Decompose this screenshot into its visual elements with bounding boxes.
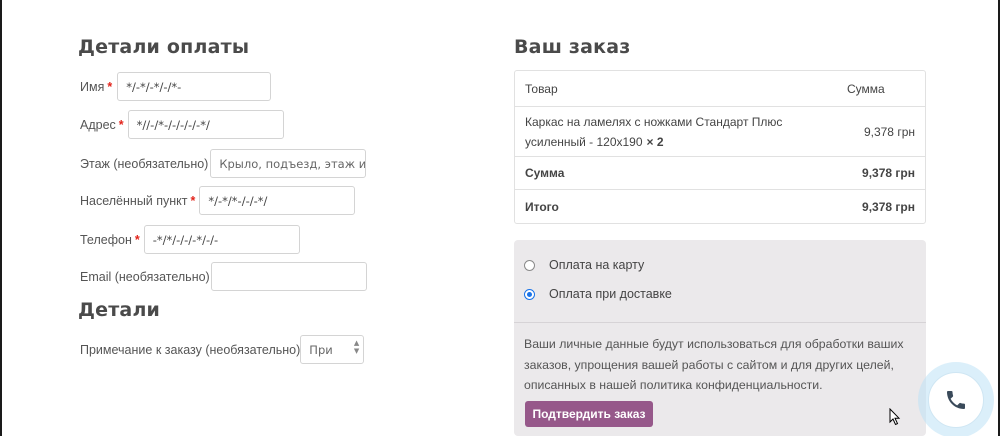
required-mark: * — [107, 79, 113, 94]
table-row: Каркас на ламелях с ножками Стандарт Плю… — [515, 107, 925, 157]
window-border-left — [0, 0, 2, 436]
privacy-notice: Ваши личные данные будут использоваться … — [524, 334, 904, 396]
divider — [514, 322, 926, 323]
total-label: Итого — [525, 199, 559, 214]
product-cell: Каркас на ламелях с ножками Стандарт Плю… — [525, 112, 847, 152]
order-title: Ваш заказ — [514, 36, 631, 58]
call-widget[interactable] — [918, 362, 994, 436]
subtotal-value: 9,378 грн — [862, 166, 915, 180]
mouse-pointer-icon — [889, 408, 901, 426]
product-price: 9,378 грн — [863, 124, 915, 139]
call-button[interactable] — [928, 372, 984, 428]
privacy-policy-link[interactable]: политика конфиденциальности — [640, 378, 819, 392]
subtotal-row: Сумма 9,378 грн — [515, 157, 925, 190]
name-row: Имя * */-*/-*/-/*- — [80, 72, 272, 101]
email-row: Email (необязательно) — [80, 262, 367, 291]
phone-row: Телефон * -*/*/-/-/-*/-/- — [80, 225, 300, 254]
radio-card[interactable] — [524, 259, 535, 271]
radio-cod[interactable] — [524, 288, 535, 300]
address-input[interactable]: *//-/*-/-/-/-/-*/ — [127, 110, 284, 139]
total-value: 9,378 грн — [862, 199, 915, 214]
product-qty: × 2 — [646, 134, 664, 149]
note-row: Примечание к заказу (необязательно) При … — [80, 335, 365, 364]
required-mark: * — [190, 193, 196, 208]
floor-row: Этаж (необязательно) Крыло, подъезд, эта… — [80, 149, 367, 178]
required-mark: * — [134, 232, 140, 247]
address-label: Адрес — [80, 117, 116, 132]
table-header-row: Товар Сумма — [515, 71, 925, 107]
city-label: Населённый пункт — [80, 193, 188, 208]
payment-option-label: Оплата на карту — [549, 258, 645, 272]
phone-icon — [947, 391, 965, 409]
resize-spinner-icon[interactable]: ▲ ▼ — [354, 339, 359, 355]
product-header: Товар — [525, 81, 558, 96]
order-table: Товар Сумма Каркас на ламелях с ножками … — [514, 70, 926, 224]
payment-option-cod[interactable]: Оплата при доставке — [524, 287, 672, 301]
place-order-button[interactable]: Подтвердить заказ — [525, 401, 653, 427]
total-row: Итого 9,378 грн — [515, 190, 925, 223]
city-input[interactable]: */-*/*-/-/-*/ — [199, 186, 356, 215]
subtotal-label: Сумма — [525, 166, 565, 180]
name-input[interactable]: */-*/-*/-/*- — [117, 72, 272, 101]
required-mark: * — [118, 117, 124, 132]
details-title: Детали — [78, 299, 161, 321]
floor-label: Этаж (необязательно) — [80, 156, 209, 171]
phone-label: Телефон — [80, 232, 132, 247]
email-input[interactable] — [210, 262, 367, 291]
city-row: Населённый пункт * */-*/*-/-/-*/ — [80, 186, 356, 215]
name-label: Имя — [80, 79, 105, 94]
note-label: Примечание к заказу (необязательно) — [80, 342, 301, 357]
privacy-period: . — [819, 378, 823, 392]
address-row: Адрес * *//-/*-/-/-/-/-*/ — [80, 110, 284, 139]
order-section: Ваш заказ — [514, 36, 926, 58]
note-placeholder: При — [309, 342, 333, 357]
note-textarea[interactable]: При ▲ ▼ — [300, 335, 365, 364]
sum-header: Сумма — [847, 81, 885, 96]
email-label: Email (необязательно) — [80, 269, 210, 284]
billing-section: Детали оплаты — [78, 36, 378, 58]
phone-input[interactable]: -*/*/-/-/-*/-/- — [143, 225, 300, 254]
payment-option-card[interactable]: Оплата на карту — [524, 258, 644, 272]
floor-input[interactable]: Крыло, подъезд, этаж и т — [210, 149, 367, 178]
payment-box: Оплата на карту Оплата при доставке Ваши… — [514, 240, 926, 436]
billing-title: Детали оплаты — [78, 36, 250, 58]
payment-option-label: Оплата при доставке — [549, 287, 672, 301]
